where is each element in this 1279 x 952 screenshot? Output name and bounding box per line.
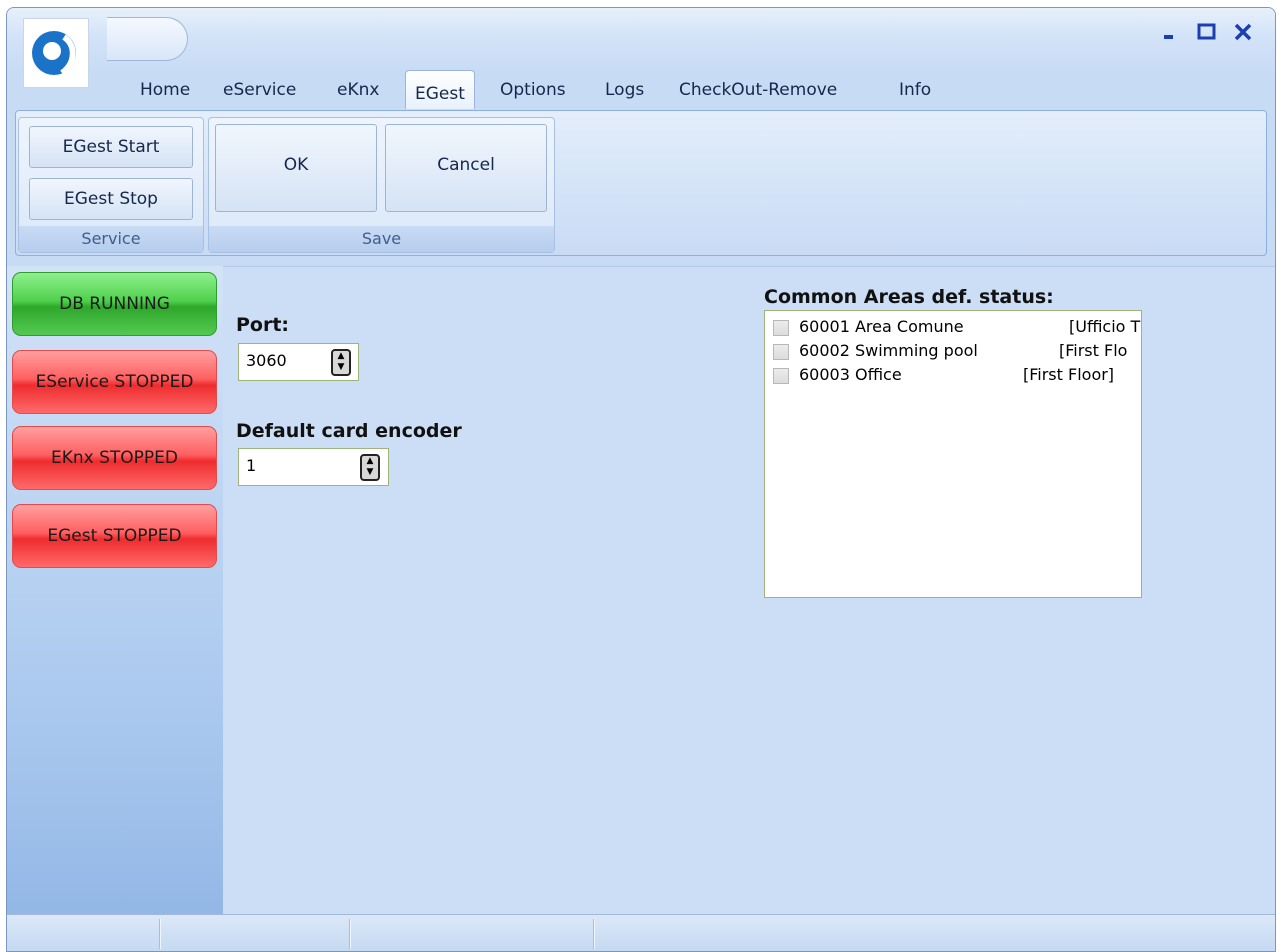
status-bar-divider bbox=[349, 919, 351, 949]
tab-info[interactable]: Info bbox=[899, 80, 931, 110]
tab-options[interactable]: Options bbox=[500, 80, 566, 110]
tab-eknx[interactable]: eKnx bbox=[337, 80, 379, 110]
status-bar-divider bbox=[593, 919, 595, 949]
area-name: 60003 Office bbox=[799, 365, 902, 384]
card-encoder-input[interactable] bbox=[244, 455, 318, 476]
area-name: 60002 Swimming pool bbox=[799, 341, 978, 360]
port-label: Port: bbox=[236, 314, 290, 336]
tab-eservice[interactable]: eService bbox=[223, 80, 296, 110]
db-status-button[interactable]: DB RUNNING bbox=[12, 272, 217, 336]
list-item: 60001 Area Comune [Ufficio T bbox=[773, 317, 1141, 341]
area-name: 60001 Area Comune bbox=[799, 317, 964, 336]
status-sidebar: DB RUNNING EService STOPPED EKnx STOPPED… bbox=[7, 266, 223, 914]
port-spin-arrows-icon[interactable]: ▲ ▼ bbox=[331, 349, 351, 376]
save-group-label: Save bbox=[209, 226, 554, 252]
card-encoder-label: Default card encoder bbox=[236, 420, 462, 442]
ok-button[interactable]: OK bbox=[215, 124, 377, 212]
service-group: EGest Start EGest Stop Service bbox=[18, 117, 204, 253]
status-bar bbox=[7, 914, 1275, 951]
common-areas-list[interactable]: 60001 Area Comune [Ufficio T 60002 Swimm… bbox=[764, 310, 1142, 598]
area-checkbox[interactable] bbox=[773, 344, 789, 360]
cancel-button[interactable]: Cancel bbox=[385, 124, 547, 212]
close-icon[interactable] bbox=[1231, 20, 1255, 44]
window-controls bbox=[1159, 20, 1255, 44]
service-group-label: Service bbox=[19, 226, 203, 252]
maximize-icon[interactable] bbox=[1195, 20, 1219, 44]
minimize-icon[interactable] bbox=[1159, 20, 1183, 44]
area-checkbox[interactable] bbox=[773, 320, 789, 336]
tab-egest[interactable]: EGest bbox=[405, 70, 475, 109]
port-spinner[interactable]: ▲▼ bbox=[238, 343, 359, 381]
status-bar-divider bbox=[159, 919, 161, 949]
card-encoder-spinner[interactable]: ▲▼ bbox=[238, 448, 389, 486]
area-checkbox[interactable] bbox=[773, 368, 789, 384]
card-encoder-spin-arrows-icon[interactable]: ▲ ▼ bbox=[360, 454, 380, 481]
port-input[interactable] bbox=[244, 350, 318, 371]
save-group: OK Cancel Save bbox=[208, 117, 555, 253]
tab-checkout-remove[interactable]: CheckOut-Remove bbox=[679, 80, 837, 110]
area-location: [First Flo bbox=[1059, 341, 1128, 360]
quick-access-toolbar[interactable] bbox=[107, 17, 188, 61]
egest-start-button[interactable]: EGest Start bbox=[29, 126, 193, 168]
eservice-status-button[interactable]: EService STOPPED bbox=[12, 350, 217, 414]
area-location: [Ufficio T bbox=[1069, 317, 1141, 336]
egest-stop-button[interactable]: EGest Stop bbox=[29, 178, 193, 220]
eknx-status-button[interactable]: EKnx STOPPED bbox=[12, 426, 217, 490]
tab-home[interactable]: Home bbox=[140, 80, 190, 110]
ribbon-panel: EGest Start EGest Stop Service OK Cancel… bbox=[15, 110, 1267, 256]
list-item: 60003 Office [First Floor] bbox=[773, 365, 1141, 389]
area-location: [First Floor] bbox=[1023, 365, 1115, 384]
egest-status-button[interactable]: EGest STOPPED bbox=[12, 504, 217, 568]
common-areas-title: Common Areas def. status: bbox=[764, 286, 1054, 308]
list-item: 60002 Swimming pool [First Flo bbox=[773, 341, 1141, 365]
title-bar bbox=[7, 8, 1275, 70]
ribbon-tabs: Home eService eKnx EGest Options Logs Ch… bbox=[7, 70, 1275, 110]
tab-logs[interactable]: Logs bbox=[605, 80, 644, 110]
